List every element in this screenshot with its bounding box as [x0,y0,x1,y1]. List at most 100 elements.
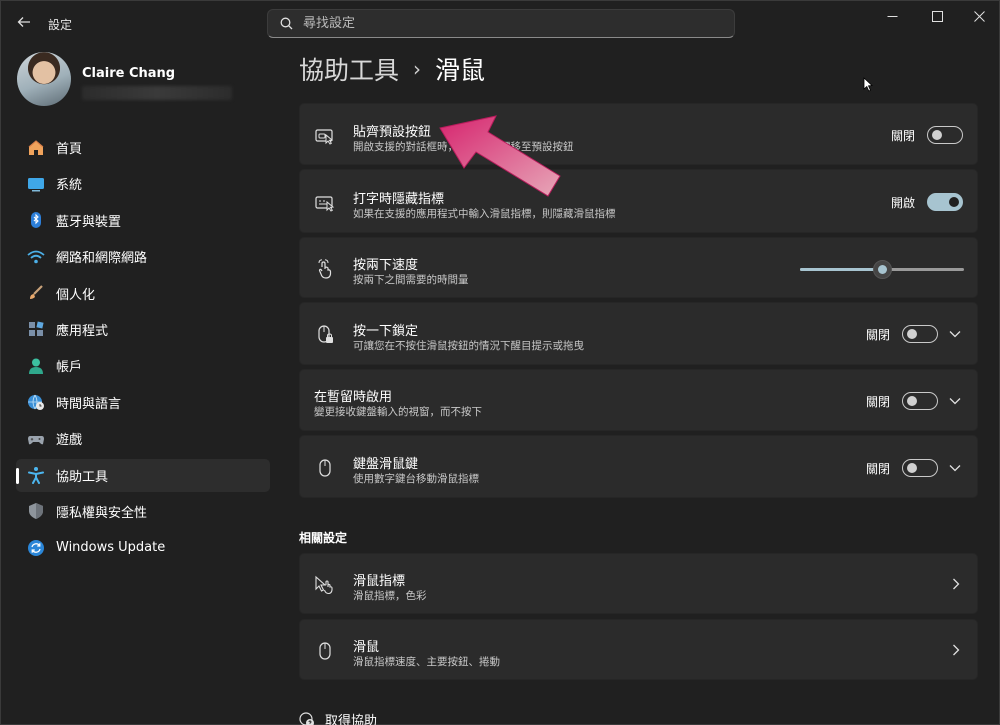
sidebar-item-label: 系統 [56,178,83,194]
wifi-icon [26,247,46,267]
sidebar-item-label: 應用程式 [56,323,109,339]
setting-title: 滑鼠 [353,640,380,655]
setting-title: 在暫留時啟用 [314,390,393,405]
sidebar-item-label: 藍牙與裝置 [56,214,122,230]
sidebar-item-bluetooth[interactable]: 藍牙與裝置 [16,204,270,237]
breadcrumb-parent[interactable]: 協助工具 [299,51,399,87]
settings-window: 設定 Claire Chang 首頁 系統 [0,0,1000,725]
maximize-icon [931,10,943,22]
setting-title: 貼齊預設按鈕 [353,125,432,140]
globe-clock-icon [26,392,46,412]
sidebar-item-home[interactable]: 首頁 [16,131,270,164]
setting-hide-pointer-typing[interactable]: 打字時隱藏指標 如果在支援的應用程式中輸入滑鼠指標，則隱藏滑鼠指標 開啟 [299,169,978,233]
help-chat-icon [299,711,314,725]
account-icon [26,356,46,376]
bluetooth-icon [26,210,46,230]
setting-description: 可讓您在不按住滑鼠按鈕的情況下醒目提示或拖曳 [353,340,584,352]
slider-thumb[interactable] [873,260,892,279]
mouse-lock-icon [314,324,336,346]
snap-toggle[interactable] [927,126,963,144]
app-title: 設定 [48,18,73,32]
search-box[interactable] [267,9,735,38]
sidebar-item-system[interactable]: 系統 [16,167,270,200]
accessibility-icon [26,465,46,485]
sidebar-item-privacy[interactable]: 隱私權與安全性 [16,495,270,528]
sidebar-item-gaming[interactable]: 遊戲 [16,422,270,455]
minimize-icon [887,15,897,17]
sidebar-item-personalization[interactable]: 個人化 [16,277,270,310]
chevron-down-icon[interactable] [947,460,963,476]
slider-fill [800,268,882,271]
sidebar-item-network[interactable]: 網路和網際網路 [16,240,270,273]
click-lock-toggle[interactable] [902,325,938,343]
setting-mouse-keys[interactable]: 鍵盤滑鼠鍵 使用數字鍵台移動滑鼠指標 關閉 [299,435,978,498]
setting-description: 按兩下之間需要的時間量 [353,274,469,286]
close-button[interactable] [964,5,994,27]
annotation-arrow-icon [439,115,561,197]
sidebar-item-label: 協助工具 [56,469,109,485]
sidebar-item-label: 遊戲 [56,433,83,449]
sidebar-item-label: 帳戶 [56,360,83,376]
chevron-right-icon[interactable] [948,576,964,592]
sidebar-item-accessibility[interactable]: 協助工具 [16,458,270,492]
avatar[interactable] [17,52,71,106]
breadcrumb-current: 滑鼠 [435,56,486,85]
toggle-state-label: 關閉 [866,328,891,342]
setting-click-lock[interactable]: 按一下鎖定 可讓您在不按住滑鼠按鈕的情況下醒目提示或拖曳 關閉 [299,302,978,365]
breadcrumb-separator: › [413,57,422,81]
setting-description: 變更接收鍵盤輸入的視窗，而不按下 [314,406,482,418]
pointer-touch-icon [314,574,336,596]
setting-snap-default-button[interactable]: 貼齊預設按鈕 開啟支援的對話框時，將滑鼠指標移至預設按鈕 關閉 [299,103,978,165]
get-help-link[interactable]: 取得協助 [299,710,377,725]
setting-hover-activate[interactable]: 在暫留時啟用 變更接收鍵盤輸入的視窗，而不按下 關閉 [299,369,978,431]
mouse-cursor-icon [863,77,873,92]
back-button[interactable] [13,11,35,33]
keyboard-pointer-icon [314,192,336,214]
sidebar-item-accounts[interactable]: 帳戶 [16,349,270,382]
chevron-down-icon[interactable] [947,393,963,409]
setting-description: 如果在支援的應用程式中輸入滑鼠指標，則隱藏滑鼠指標 [353,208,616,220]
double-click-icon [314,258,336,280]
toggle-state-label: 關閉 [891,129,916,143]
setting-description: 滑鼠指標速度、主要按鈕、捲動 [353,656,500,668]
home-icon [26,138,46,158]
sidebar-item-label: 網路和網際網路 [56,251,148,267]
setting-description: 滑鼠指標，色彩 [353,590,427,602]
sidebar-item-label: 時間與語言 [56,396,122,412]
sidebar-nav: 首頁 系統 藍牙與裝置 網路和網際網路 個人化 應用程式 帳戶 時間與語言 遊戲… [16,131,270,568]
hide-typing-toggle[interactable] [927,193,963,211]
back-arrow-icon [17,17,30,27]
chevron-right-icon[interactable] [948,642,964,658]
minimize-button[interactable] [877,5,907,27]
toggle-state-label: 開啟 [891,196,916,210]
sidebar-item-windows-update[interactable]: Windows Update [16,531,270,564]
shield-icon [26,501,46,521]
user-name: Claire Chang [82,66,176,81]
close-icon [973,10,985,22]
chevron-down-icon[interactable] [947,326,963,342]
get-help-label: 取得協助 [325,714,378,725]
maximize-button[interactable] [922,5,952,27]
toggle-state-label: 關閉 [866,462,891,476]
search-icon [280,17,293,30]
mouse-icon [314,640,336,662]
apps-icon [26,319,46,339]
gamepad-icon [26,429,46,449]
double-click-speed-slider[interactable] [800,260,964,279]
sidebar-item-apps[interactable]: 應用程式 [16,313,270,346]
search-input[interactable] [303,16,703,31]
toggle-state-label: 關閉 [866,395,891,409]
related-item-mouse[interactable]: 滑鼠 滑鼠指標速度、主要按鈕、捲動 [299,619,978,680]
sidebar-item-time-language[interactable]: 時間與語言 [16,386,270,419]
mouse-keys-toggle[interactable] [902,459,938,477]
setting-title: 按兩下速度 [353,258,419,273]
setting-title: 按一下鎖定 [353,324,419,339]
snap-pointer-icon [314,125,336,147]
related-item-mouse-pointer[interactable]: 滑鼠指標 滑鼠指標，色彩 [299,553,978,614]
hover-activate-toggle[interactable] [902,392,938,410]
brush-icon [26,283,46,303]
user-email-redacted [82,86,232,100]
sidebar-item-label: 個人化 [56,287,96,303]
setting-title: 滑鼠指標 [353,574,406,589]
setting-double-click-speed[interactable]: 按兩下速度 按兩下之間需要的時間量 [299,237,978,298]
